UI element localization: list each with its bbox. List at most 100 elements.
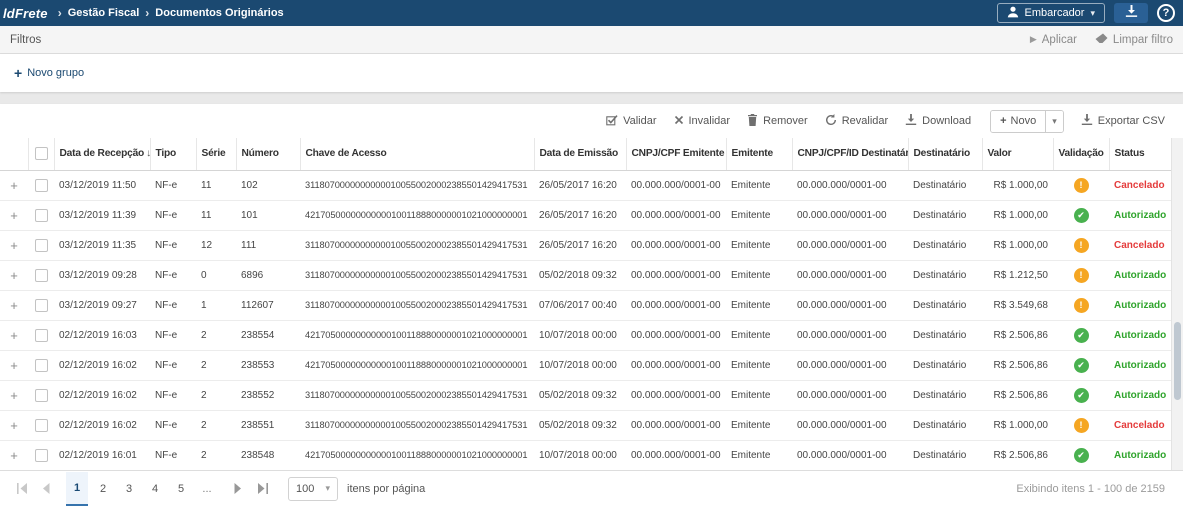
row-checkbox[interactable] [35,269,48,282]
row-checkbox[interactable] [35,329,48,342]
row-checkbox[interactable] [35,389,48,402]
cell-tipo: NF-e [150,260,196,290]
cell-data-recepcao: 03/12/2019 09:28 [54,260,150,290]
clear-filter-button[interactable]: Limpar filtro [1095,33,1173,47]
cell-status: Autorizado [1109,350,1171,380]
new-button-caret[interactable]: ▾ [1045,111,1063,132]
breadcrumb-documentos-originarios[interactable]: Documentos Originários [155,7,283,19]
revalidate-button[interactable]: Revalidar [825,114,888,129]
table-row[interactable]: +02/12/2019 16:01NF-e2238548421705000000… [0,440,1171,470]
row-checkbox[interactable] [35,449,48,462]
page-size-select[interactable]: 100 ▾ [288,477,338,501]
col-validacao[interactable]: Validação [1053,138,1109,170]
expand-row-button[interactable]: + [10,238,18,253]
app-logo[interactable]: ldFrete [0,6,52,21]
row-checkbox[interactable] [35,359,48,372]
cell-tipo: NF-e [150,230,196,260]
revalidate-label: Revalidar [842,115,888,127]
page-button-3[interactable]: 3 [118,472,140,506]
row-checkbox[interactable] [35,209,48,222]
col-data-recepcao[interactable]: Data de Recepção↓ [54,138,150,170]
cell-cnpj-destinatario: 00.000.000/0001-00 [792,350,908,380]
col-data-emissao[interactable]: Data de Emissão [534,138,626,170]
vertical-scrollbar[interactable] [1171,138,1183,470]
chevron-down-icon: ▾ [1090,8,1095,19]
row-checkbox[interactable] [35,239,48,252]
expand-row-button[interactable]: + [10,388,18,403]
table-row[interactable]: +03/12/2019 09:27NF-e1112607311807000000… [0,290,1171,320]
row-checkbox[interactable] [35,179,48,192]
header-download-button[interactable] [1114,3,1148,23]
select-all-checkbox[interactable] [35,147,48,160]
cell-data-emissao: 05/02/2018 09:32 [534,410,626,440]
expand-row-button[interactable]: + [10,298,18,313]
download-button[interactable]: Download [905,114,971,129]
cell-numero: 238548 [236,440,300,470]
cell-tipo: NF-e [150,380,196,410]
col-serie[interactable]: Série [196,138,236,170]
page-button-4[interactable]: 4 [144,472,166,506]
breadcrumb-gestao-fiscal[interactable]: Gestão Fiscal [68,7,140,19]
table-row[interactable]: +02/12/2019 16:02NF-e2238552311807000000… [0,380,1171,410]
col-status[interactable]: Status [1109,138,1171,170]
expand-row-button[interactable]: + [10,358,18,373]
table-row[interactable]: +02/12/2019 16:02NF-e2238553421705000000… [0,350,1171,380]
apply-filter-button[interactable]: ▶ Aplicar [1030,33,1077,47]
expand-row-button[interactable]: + [10,448,18,463]
col-numero[interactable]: Número [236,138,300,170]
next-page-button[interactable] [228,479,248,499]
expand-row-button[interactable]: + [10,268,18,283]
first-page-button[interactable] [12,479,32,499]
pager-more-pages[interactable]: ... [196,472,218,506]
cell-valor: R$ 2.506,86 [982,320,1053,350]
table-row[interactable]: +02/12/2019 16:02NF-e2238551311807000000… [0,410,1171,440]
col-destinatario[interactable]: Destinatário [908,138,982,170]
cell-cnpj-destinatario: 00.000.000/0001-00 [792,260,908,290]
breadcrumb-separator-icon: › [58,6,62,20]
row-checkbox[interactable] [35,299,48,312]
cell-numero: 111 [236,230,300,260]
help-button[interactable]: ? [1157,4,1175,22]
cell-emitente: Emitente [726,410,792,440]
cell-chave-acesso: 3118070000000000010055002000238550142941… [300,380,534,410]
remove-button[interactable]: Remover [747,114,808,129]
col-emitente[interactable]: Emitente [726,138,792,170]
page-button-5[interactable]: 5 [170,472,192,506]
download-icon [905,114,917,129]
table-row[interactable]: +03/12/2019 09:28NF-e0689631180700000000… [0,260,1171,290]
table-row[interactable]: +03/12/2019 11:35NF-e1211131180700000000… [0,230,1171,260]
table-row[interactable]: +03/12/2019 11:50NF-e1110231180700000000… [0,170,1171,200]
table-row[interactable]: +03/12/2019 11:39NF-e1110142170500000000… [0,200,1171,230]
col-chave-acesso[interactable]: Chave de Acesso [300,138,534,170]
expand-row-button[interactable]: + [10,328,18,343]
col-valor[interactable]: Valor [982,138,1053,170]
col-cnpj-destinatario[interactable]: CNPJ/CPF/ID Destinatário [792,138,908,170]
last-page-button[interactable] [252,479,272,499]
new-button[interactable]: + Novo [991,111,1045,132]
expand-row-button[interactable]: + [10,178,18,193]
cell-cnpj-destinatario: 00.000.000/0001-00 [792,290,908,320]
validation-ok-icon: ✔ [1074,388,1089,403]
table-row[interactable]: +02/12/2019 16:03NF-e2238554421705000000… [0,320,1171,350]
cell-cnpj-emitente: 00.000.000/0001-00 [626,200,726,230]
col-tipo[interactable]: Tipo [150,138,196,170]
invalidate-button[interactable]: Invalidar [674,115,731,128]
col-cnpj-emitente[interactable]: CNPJ/CPF Emitente [626,138,726,170]
validate-button[interactable]: Validar [606,114,656,129]
scrollbar-thumb[interactable] [1174,322,1181,400]
export-csv-button[interactable]: Exportar CSV [1081,114,1165,129]
expand-row-button[interactable]: + [10,418,18,433]
cell-chave-acesso: 4217050000000000010011888000000102100000… [300,440,534,470]
table-body: +03/12/2019 11:50NF-e1110231180700000000… [0,170,1171,470]
validate-label: Validar [623,115,656,127]
expand-row-button[interactable]: + [10,208,18,223]
cell-cnpj-emitente: 00.000.000/0001-00 [626,320,726,350]
embarcador-menu[interactable]: Embarcador ▾ [997,3,1105,23]
cell-cnpj-destinatario: 00.000.000/0001-00 [792,380,908,410]
plus-icon: + [1000,115,1006,127]
row-checkbox[interactable] [35,419,48,432]
page-button-1[interactable]: 1 [66,472,88,506]
page-button-2[interactable]: 2 [92,472,114,506]
prev-page-button[interactable] [36,479,56,499]
new-group-button[interactable]: + Novo grupo [14,66,84,80]
